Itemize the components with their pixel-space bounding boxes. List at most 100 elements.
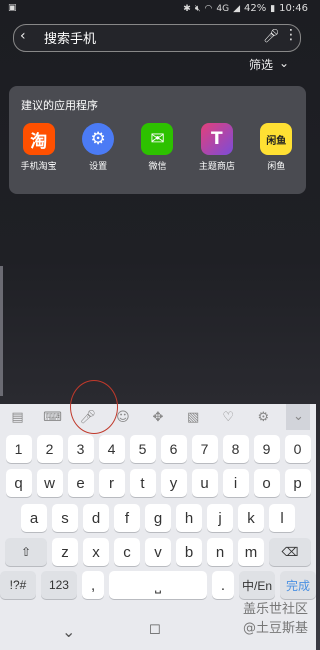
key-1[interactable]: 1 bbox=[5, 435, 32, 463]
key-x[interactable]: x bbox=[83, 538, 109, 566]
app-label: 主题商店 bbox=[198, 162, 235, 172]
key-f[interactable]: f bbox=[114, 504, 140, 532]
theme-store-icon: T bbox=[200, 123, 233, 155]
key-r[interactable]: r bbox=[98, 469, 125, 497]
app-label: 闲鱼 bbox=[267, 162, 286, 172]
key-n[interactable]: n bbox=[207, 538, 233, 566]
mute-icon: 🔇︎ bbox=[194, 3, 201, 14]
key-b[interactable]: b bbox=[176, 538, 202, 566]
wifi-icon: ◠ bbox=[204, 3, 213, 14]
key-6[interactable]: 6 bbox=[160, 435, 187, 463]
app-theme-store[interactable]: T 主题商店 bbox=[191, 123, 243, 172]
chevron-down-icon: ⌄ bbox=[279, 56, 290, 70]
clock: 10:46 bbox=[279, 3, 308, 14]
heart-icon[interactable]: ♡ bbox=[216, 410, 240, 425]
key-8[interactable]: 8 bbox=[222, 435, 249, 463]
settings-gear-icon: ⚙ bbox=[82, 123, 115, 155]
app-wechat[interactable]: ✉ 微信 bbox=[131, 123, 183, 172]
key-a[interactable]: a bbox=[21, 504, 47, 532]
letter-row-2: a s d f g h j k l bbox=[0, 504, 316, 532]
key-l[interactable]: l bbox=[269, 504, 295, 532]
key-3[interactable]: 3 bbox=[67, 435, 94, 463]
backspace-icon: ⌫ bbox=[281, 545, 299, 559]
suggested-apps-title: 建议的应用程序 bbox=[21, 99, 98, 112]
key-c[interactable]: c bbox=[114, 538, 140, 566]
search-input[interactable] bbox=[42, 29, 246, 49]
key-9[interactable]: 9 bbox=[253, 435, 280, 463]
network-label: 4G bbox=[216, 3, 230, 14]
space-bar-icon: ⎵ bbox=[155, 576, 162, 594]
key-m[interactable]: m bbox=[238, 538, 264, 566]
key-0[interactable]: 0 bbox=[284, 435, 311, 463]
clipboard-icon[interactable]: ▤ bbox=[6, 410, 30, 425]
app-settings[interactable]: ⚙ 设置 bbox=[72, 123, 124, 172]
comma-key[interactable]: , bbox=[81, 571, 105, 599]
back-arrow-icon[interactable]: ‹ bbox=[20, 28, 26, 44]
key-p[interactable]: p bbox=[284, 469, 311, 497]
app-taobao[interactable]: 淘 手机淘宝 bbox=[13, 123, 65, 172]
letter-row-1: q w e r t y u i o p bbox=[0, 469, 316, 497]
key-e[interactable]: e bbox=[67, 469, 94, 497]
app-label: 手机淘宝 bbox=[20, 162, 57, 172]
key-o[interactable]: o bbox=[253, 469, 280, 497]
app-label: 微信 bbox=[148, 162, 167, 172]
key-5[interactable]: 5 bbox=[129, 435, 156, 463]
taobao-icon: 淘 bbox=[22, 123, 55, 155]
suggested-apps-card: 建议的应用程序 淘 手机淘宝 ⚙ 设置 ✉ 微信 T 主题商店 闲鱼 闲鱼 bbox=[9, 86, 306, 194]
shift-icon: ⇧ bbox=[20, 545, 32, 559]
key-q[interactable]: q bbox=[5, 469, 32, 497]
symbols-key[interactable]: !?# bbox=[0, 571, 36, 599]
suggested-apps-list: 淘 手机淘宝 ⚙ 设置 ✉ 微信 T 主题商店 闲鱼 闲鱼 bbox=[9, 123, 306, 172]
number-row: 1 2 3 4 5 6 7 8 9 0 bbox=[0, 435, 316, 463]
edge-panel-handle[interactable] bbox=[0, 266, 3, 396]
key-y[interactable]: y bbox=[160, 469, 187, 497]
filter-label: 筛选 bbox=[249, 58, 274, 72]
key-d[interactable]: d bbox=[83, 504, 109, 532]
red-annotation-circle bbox=[70, 380, 118, 434]
sticker-icon[interactable]: ▧ bbox=[181, 410, 205, 425]
key-7[interactable]: 7 bbox=[191, 435, 218, 463]
letter-row-3: ⇧ z x c v b n m ⌫ bbox=[0, 538, 316, 566]
key-j[interactable]: j bbox=[207, 504, 233, 532]
watermark: 盖乐世社区 @土豆斯基 bbox=[243, 600, 308, 638]
key-4[interactable]: 4 bbox=[98, 435, 125, 463]
voice-search-icon[interactable]: 🎤︎ bbox=[263, 29, 280, 44]
numbers-key[interactable]: 123 bbox=[40, 571, 77, 599]
space-key[interactable]: ⎵ bbox=[109, 571, 207, 599]
app-xianyu[interactable]: 闲鱼 闲鱼 bbox=[250, 123, 302, 172]
wechat-icon: ✉ bbox=[141, 123, 174, 155]
watermark-line-1: 盖乐世社区 bbox=[242, 602, 308, 617]
battery-icon: ▮ bbox=[270, 3, 276, 14]
key-h[interactable]: h bbox=[176, 504, 202, 532]
cursor-move-icon[interactable]: ✥ bbox=[146, 410, 170, 425]
search-bar: ‹ 🎤︎ ⋮ bbox=[13, 24, 301, 52]
key-u[interactable]: u bbox=[191, 469, 218, 497]
backspace-key[interactable]: ⌫ bbox=[269, 538, 311, 566]
key-w[interactable]: w bbox=[36, 469, 63, 497]
status-bar: ▣ ✱ 🔇︎ ◠ 4G ◢ 42% ▮ 10:46 bbox=[0, 0, 316, 18]
bluetooth-icon: ✱ bbox=[183, 3, 191, 14]
collapse-keyboard-icon[interactable]: ⌄ bbox=[286, 404, 311, 430]
more-options-icon[interactable]: ⋮ bbox=[284, 27, 298, 43]
app-label: 设置 bbox=[89, 162, 108, 172]
recents-icon[interactable]: ☐ bbox=[149, 623, 161, 638]
keyboard-layout-icon[interactable]: ⌨ bbox=[41, 410, 65, 425]
watermark-line-2: @土豆斯基 bbox=[242, 621, 308, 636]
shift-key[interactable]: ⇧ bbox=[5, 538, 47, 566]
key-2[interactable]: 2 bbox=[36, 435, 63, 463]
signal-icon: ◢ bbox=[233, 3, 240, 14]
key-i[interactable]: i bbox=[222, 469, 249, 497]
key-k[interactable]: k bbox=[238, 504, 264, 532]
keyboard-toolbar: ▤ ⌨ 🎤︎ ☺ ✥ ▧ ♡ ⚙ ⌄ bbox=[0, 404, 316, 430]
key-g[interactable]: g bbox=[145, 504, 171, 532]
done-key[interactable]: 完成 bbox=[280, 571, 317, 599]
filter-button[interactable]: 筛选 ⌄ bbox=[249, 56, 289, 73]
nav-back-icon[interactable]: ⌄ bbox=[62, 622, 75, 641]
period-key[interactable]: . bbox=[211, 571, 235, 599]
key-v[interactable]: v bbox=[145, 538, 171, 566]
language-switch-key[interactable]: 中/En bbox=[239, 571, 276, 599]
key-z[interactable]: z bbox=[52, 538, 78, 566]
key-t[interactable]: t bbox=[129, 469, 156, 497]
keyboard-settings-icon[interactable]: ⚙ bbox=[251, 410, 275, 425]
key-s[interactable]: s bbox=[52, 504, 78, 532]
